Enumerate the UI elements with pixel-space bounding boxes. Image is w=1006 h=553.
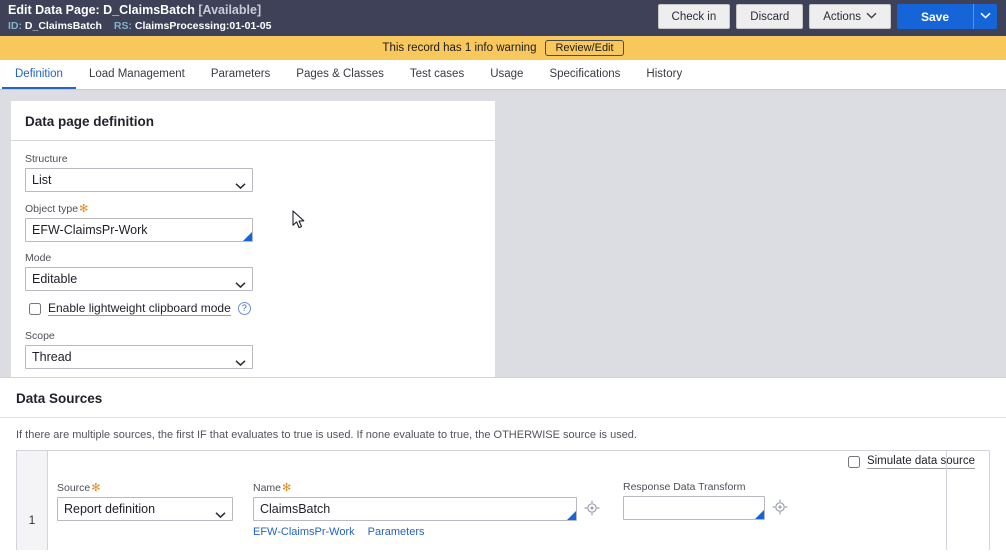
object-type-control <box>25 218 253 242</box>
object-type-label: Object type✻ <box>25 202 481 215</box>
lightweight-clipboard-checkbox[interactable] <box>29 302 41 315</box>
tab-pages-and-classes[interactable]: Pages & Classes <box>283 60 397 89</box>
object-type-input[interactable] <box>25 218 253 242</box>
open-rule-target-icon[interactable] <box>772 499 788 520</box>
ruleset-value: ClaimsProcessing:01-01-05 <box>134 20 272 32</box>
discard-button[interactable]: Discard <box>736 4 804 29</box>
required-asterisk-icon: ✻ <box>91 482 101 494</box>
data-page-definition-title: Data page definition <box>11 101 495 141</box>
name-label-text: Name <box>253 482 282 494</box>
save-button-group: Save <box>896 4 997 29</box>
structure-control: List <box>25 168 253 192</box>
row-number: 1 <box>28 513 36 527</box>
warning-text: This record has 1 info warning <box>382 42 537 54</box>
mode-label: Mode <box>25 252 52 264</box>
lightweight-clipboard-row: Enable lightweight clipboard mode ? <box>29 301 481 316</box>
name-label: Name✻ <box>253 481 623 494</box>
scope-label: Scope <box>25 330 55 342</box>
name-field: Name✻ ClaimsBatch EFW-ClaimsPr-Work Para… <box>253 481 623 538</box>
actions-menu-button[interactable]: Actions <box>809 4 891 29</box>
open-rule-target-icon[interactable] <box>584 500 600 521</box>
link-class-efw-claimspr-work[interactable]: EFW-ClaimsPr-Work <box>253 526 355 538</box>
mode-field: Mode Editable <box>25 252 481 291</box>
data-sources-card: Data Sources If there are multiple sourc… <box>0 377 1006 553</box>
chevron-down-icon <box>866 12 877 21</box>
id-value: D_ClaimsBatch <box>24 20 102 32</box>
lightweight-clipboard-label[interactable]: Enable lightweight clipboard mode <box>48 301 231 316</box>
save-button[interactable]: Save <box>896 4 973 29</box>
header-actions: Check in Discard Actions Save <box>657 4 997 29</box>
source-label-text: Source <box>57 482 91 494</box>
save-options-button[interactable] <box>973 4 997 29</box>
scope-field: Scope Thread <box>25 330 481 369</box>
tab-specifications[interactable]: Specifications <box>536 60 633 89</box>
row-number-column: 1 <box>17 451 48 550</box>
link-parameters[interactable]: Parameters <box>368 526 425 538</box>
object-type-field: Object type✻ <box>25 202 481 242</box>
content-canvas: Data page definition Structure List Obje… <box>0 90 1006 553</box>
source-select[interactable]: Report definition <box>57 497 233 521</box>
review-edit-button[interactable]: Review/Edit <box>545 40 624 56</box>
ruleset-label: RS: <box>113 20 132 32</box>
name-input[interactable] <box>253 497 577 521</box>
app-header: Edit Data Page: D_ClaimsBatch [Available… <box>0 0 1006 36</box>
check-in-button[interactable]: Check in <box>657 4 731 29</box>
mode-select[interactable]: Editable <box>25 267 253 291</box>
structure-field: Structure List <box>25 153 481 192</box>
required-asterisk-icon: ✻ <box>282 482 292 494</box>
scope-select[interactable]: Thread <box>25 345 253 369</box>
page-title-status: [Available] <box>198 3 262 17</box>
page-title-main: Data Page: D_ClaimsBatch <box>35 3 195 17</box>
tab-test-cases[interactable]: Test cases <box>397 60 477 89</box>
response-data-transform-control <box>623 496 765 520</box>
chevron-down-icon <box>980 11 991 22</box>
page-title-prefix: Edit <box>8 3 32 17</box>
help-icon[interactable]: ? <box>237 302 251 315</box>
source-control: Report definition <box>57 497 233 521</box>
tab-parameters[interactable]: Parameters <box>198 60 283 89</box>
data-page-definition-card: Data page definition Structure List Obje… <box>10 100 496 396</box>
scope-control: Thread <box>25 345 253 369</box>
response-data-transform-input[interactable] <box>623 496 765 520</box>
tab-bar: Definition Load Management Parameters Pa… <box>0 60 1006 90</box>
mode-control: Editable <box>25 267 253 291</box>
tab-definition[interactable]: Definition <box>2 60 76 89</box>
response-data-transform-field: Response Data Transform <box>623 481 813 520</box>
data-source-row: Source✻ Report definition Name✻ ClaimsBa… <box>48 451 989 550</box>
structure-select[interactable]: List <box>25 168 253 192</box>
response-data-transform-label: Response Data Transform <box>623 481 746 493</box>
actions-menu-label: Actions <box>823 10 861 23</box>
name-related-links: EFW-ClaimsPr-Work Parameters <box>253 526 623 538</box>
object-type-label-text: Object type <box>25 203 79 215</box>
data-sources-grid: Simulate data source 1 Source✻ Report de… <box>16 450 990 550</box>
source-label: Source✻ <box>57 481 253 494</box>
row-actions-column <box>946 451 973 550</box>
data-sources-note: If there are multiple sources, the first… <box>16 429 637 441</box>
id-label: ID: <box>8 20 22 32</box>
tab-load-management[interactable]: Load Management <box>76 60 198 89</box>
data-sources-title: Data Sources <box>0 378 1006 418</box>
warning-banner: This record has 1 info warning Review/Ed… <box>0 36 1006 60</box>
required-asterisk-icon: ✻ <box>79 203 89 215</box>
structure-label: Structure <box>25 153 68 165</box>
data-page-definition-body: Structure List Object type✻ EFW-ClaimsPr… <box>11 141 495 395</box>
source-field: Source✻ Report definition <box>57 481 253 521</box>
tab-usage[interactable]: Usage <box>477 60 536 89</box>
name-control <box>253 497 577 521</box>
tab-history[interactable]: History <box>633 60 695 89</box>
